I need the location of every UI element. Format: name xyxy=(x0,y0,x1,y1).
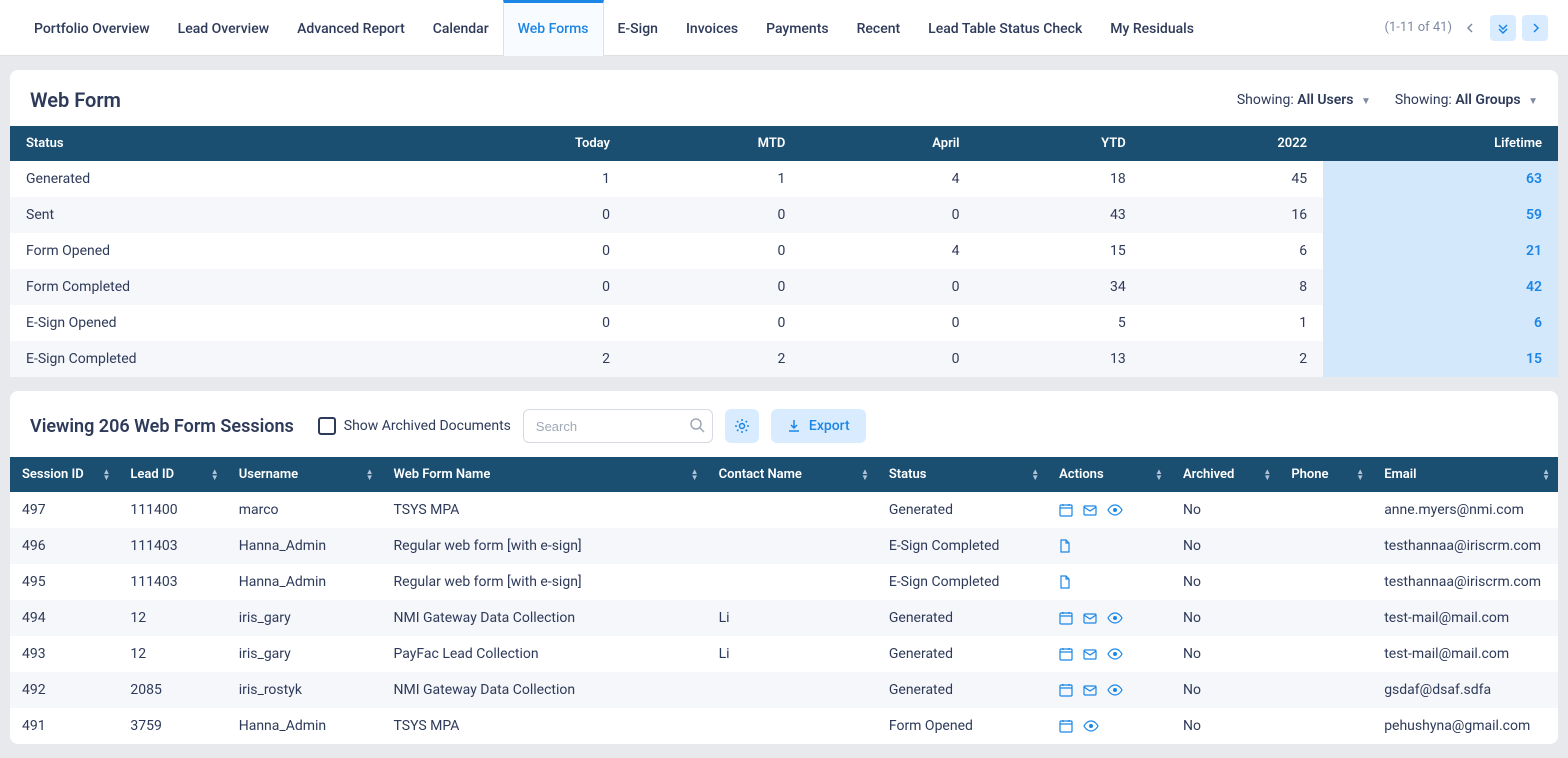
sort-icon: ▲▼ xyxy=(861,469,869,481)
tab-lead-overview[interactable]: Lead Overview xyxy=(164,0,283,56)
table-row[interactable]: 497111400marcoTSYS MPAGeneratedNoanne.my… xyxy=(10,492,1558,528)
sort-icon: ▲▼ xyxy=(1542,469,1550,481)
pager-next-button[interactable] xyxy=(1522,15,1548,41)
sessions-title: Viewing 206 Web Form Sessions xyxy=(30,416,294,437)
groups-filter-dropdown[interactable]: Showing: All Groups ▼ xyxy=(1395,92,1538,108)
stats-col-2022: 2022 xyxy=(1142,126,1323,161)
show-archived-checkbox[interactable]: Show Archived Documents xyxy=(318,417,511,435)
tab-advanced-report[interactable]: Advanced Report xyxy=(283,0,419,56)
table-row[interactable]: 4922085iris_rostykNMI Gateway Data Colle… xyxy=(10,672,1558,708)
mail-icon[interactable] xyxy=(1083,683,1097,697)
page-title: Web Form xyxy=(30,88,121,112)
sessions-col-actions[interactable]: Actions▲▼ xyxy=(1047,457,1171,492)
sessions-col-username[interactable]: Username▲▼ xyxy=(227,457,382,492)
sessions-col-web-form-name[interactable]: Web Form Name▲▼ xyxy=(382,457,707,492)
mail-icon[interactable] xyxy=(1083,647,1097,661)
search-icon xyxy=(689,417,705,433)
checkbox-icon xyxy=(318,417,336,435)
search-input[interactable] xyxy=(523,409,713,443)
tab-recent[interactable]: Recent xyxy=(843,0,915,56)
eye-icon[interactable] xyxy=(1107,611,1123,625)
settings-button[interactable] xyxy=(725,409,759,443)
stats-row: E-Sign Opened000516 xyxy=(10,305,1558,341)
eye-icon[interactable] xyxy=(1107,683,1123,697)
tab-portfolio-overview[interactable]: Portfolio Overview xyxy=(20,0,164,56)
doc-icon[interactable] xyxy=(1059,539,1071,553)
sort-icon: ▲▼ xyxy=(366,469,374,481)
table-row[interactable]: 495111403Hanna_AdminRegular web form [wi… xyxy=(10,564,1558,600)
stats-row: Sent000431659 xyxy=(10,197,1558,233)
sort-icon: ▲▼ xyxy=(1031,469,1039,481)
table-row[interactable]: 496111403Hanna_AdminRegular web form [wi… xyxy=(10,528,1558,564)
mail-icon[interactable] xyxy=(1083,611,1097,625)
stats-table: StatusTodayMTDAprilYTD2022Lifetime Gener… xyxy=(10,126,1558,377)
sort-icon: ▲▼ xyxy=(102,469,110,481)
doc-icon[interactable] xyxy=(1059,575,1071,589)
sort-icon: ▲▼ xyxy=(691,469,699,481)
tab-web-forms[interactable]: Web Forms xyxy=(503,0,604,56)
calendar-icon[interactable] xyxy=(1059,611,1073,625)
table-row[interactable]: 49312iris_garyPayFac Lead CollectionLiGe… xyxy=(10,636,1558,672)
gear-icon xyxy=(734,418,750,434)
sessions-col-lead-id[interactable]: Lead ID▲▼ xyxy=(118,457,226,492)
download-icon xyxy=(787,419,801,433)
sessions-col-phone[interactable]: Phone▲▼ xyxy=(1279,457,1372,492)
sessions-table: Session ID▲▼Lead ID▲▼Username▲▼Web Form … xyxy=(10,457,1558,744)
calendar-icon[interactable] xyxy=(1059,719,1073,733)
tab-lead-table-status-check[interactable]: Lead Table Status Check xyxy=(914,0,1096,56)
tab-invoices[interactable]: Invoices xyxy=(672,0,752,56)
stats-row: E-Sign Completed22013215 xyxy=(10,341,1558,377)
export-button[interactable]: Export xyxy=(771,409,866,443)
stats-col-april: April xyxy=(801,126,975,161)
sort-icon: ▲▼ xyxy=(1263,469,1271,481)
tab-e-sign[interactable]: E-Sign xyxy=(604,0,672,56)
chevron-down-icon: ▼ xyxy=(1528,96,1538,107)
stats-col-status: Status xyxy=(10,126,429,161)
stats-row: Form Opened00415621 xyxy=(10,233,1558,269)
sort-icon: ▲▼ xyxy=(1356,469,1364,481)
tab-my-residuals[interactable]: My Residuals xyxy=(1096,0,1208,56)
sessions-col-archived[interactable]: Archived▲▼ xyxy=(1171,457,1279,492)
sessions-panel: Viewing 206 Web Form Sessions Show Archi… xyxy=(10,391,1558,744)
calendar-icon[interactable] xyxy=(1059,503,1073,517)
webform-stats-panel: Web Form Showing: All Users ▼ Showing: A… xyxy=(10,70,1558,377)
eye-icon[interactable] xyxy=(1107,503,1123,517)
sessions-col-session-id[interactable]: Session ID▲▼ xyxy=(10,457,118,492)
pager-range: (1-11 of 41) xyxy=(1385,20,1452,35)
calendar-icon[interactable] xyxy=(1059,647,1073,661)
users-filter-dropdown[interactable]: Showing: All Users ▼ xyxy=(1237,92,1371,108)
calendar-icon[interactable] xyxy=(1059,683,1073,697)
table-row[interactable]: 4913759Hanna_AdminTSYS MPAForm OpenedNop… xyxy=(10,708,1558,744)
stats-col-today: Today xyxy=(429,126,626,161)
table-row[interactable]: 49412iris_garyNMI Gateway Data Collectio… xyxy=(10,600,1558,636)
mail-icon[interactable] xyxy=(1083,503,1097,517)
tab-calendar[interactable]: Calendar xyxy=(419,0,503,56)
stats-col-ytd: YTD xyxy=(976,126,1142,161)
pager: (1-11 of 41) xyxy=(1385,15,1548,41)
stats-col-mtd: MTD xyxy=(626,126,801,161)
sort-icon: ▲▼ xyxy=(211,469,219,481)
chevron-down-icon: ▼ xyxy=(1361,96,1371,107)
stats-row: Form Completed00034842 xyxy=(10,269,1558,305)
sessions-col-email[interactable]: Email▲▼ xyxy=(1372,457,1558,492)
sort-icon: ▲▼ xyxy=(1155,469,1163,481)
stats-col-lifetime: Lifetime xyxy=(1323,126,1558,161)
eye-icon[interactable] xyxy=(1083,719,1099,733)
stats-row: Generated114184563 xyxy=(10,161,1558,197)
tab-payments[interactable]: Payments xyxy=(752,0,843,56)
pager-collapse-button[interactable] xyxy=(1490,15,1516,41)
eye-icon[interactable] xyxy=(1107,647,1123,661)
sessions-col-contact-name[interactable]: Contact Name▲▼ xyxy=(707,457,877,492)
pager-prev-button[interactable] xyxy=(1458,15,1484,41)
sessions-col-status[interactable]: Status▲▼ xyxy=(877,457,1047,492)
top-nav-tabs: Portfolio OverviewLead OverviewAdvanced … xyxy=(0,0,1568,56)
